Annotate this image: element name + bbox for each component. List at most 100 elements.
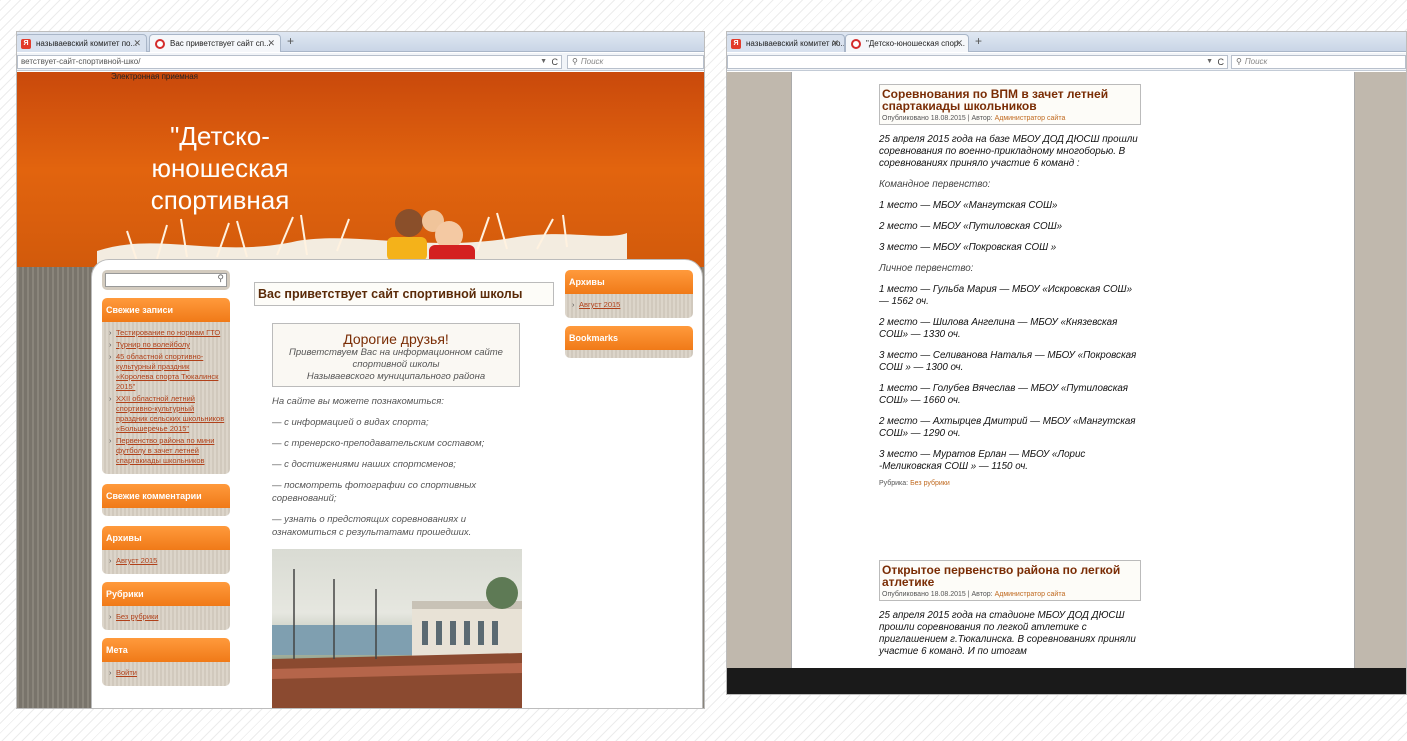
page-title: Вас приветствует сайт спортивной школы xyxy=(254,282,554,306)
post-paragraph: 25 апреля 2015 года на базе МБОУ ДОД ДЮС… xyxy=(879,134,1138,169)
post-author-link[interactable]: Администратор сайта xyxy=(995,591,1066,598)
archives-list: Август 2015 xyxy=(102,550,230,574)
close-tab-icon[interactable]: ✕ xyxy=(267,35,275,52)
left-sidebar: ⚲ Свежие записи Тестирование по нормам Г… xyxy=(102,270,230,686)
tab-title: называевский комитет по... xyxy=(36,39,138,48)
recent-post-link[interactable]: XXII областной летний спортивно-культурн… xyxy=(109,394,226,434)
yandex-favicon-icon: Я xyxy=(731,39,741,49)
categories-list: Без рубрики xyxy=(102,606,230,630)
close-tab-icon[interactable]: ✕ xyxy=(831,35,839,52)
post-body: 25 апреля 2015 года на стадионе МБОУ ДОД… xyxy=(879,610,1141,658)
dropdown-arrow-icon[interactable]: ▼ xyxy=(1206,56,1213,68)
widget-title-archives: Архивы xyxy=(565,270,693,294)
tab-komitet[interactable]: Я называевский комитет по... ✕ xyxy=(727,34,845,52)
yandex-favicon-icon: Я xyxy=(21,39,31,49)
main-content-area: ⚲ Свежие записи Тестирование по нормам Г… xyxy=(91,259,703,708)
archive-link[interactable]: Август 2015 xyxy=(572,300,689,310)
close-tab-icon[interactable]: ✕ xyxy=(955,35,963,52)
page-content: Вас приветствует сайт спортивной школы Д… xyxy=(254,282,554,708)
archive-link[interactable]: Август 2015 xyxy=(109,556,226,566)
search-icon: ⚲ xyxy=(1236,57,1242,66)
post-author-link[interactable]: Администратор сайта xyxy=(995,115,1066,122)
recent-post-link[interactable]: Тестирование по нормам ГТО xyxy=(109,328,226,338)
welcome-box: Дорогие друзья! Приветствуем Вас на инфо… xyxy=(272,323,520,387)
category-link[interactable]: Без рубрики xyxy=(910,480,950,487)
recent-comments-list xyxy=(102,508,230,516)
widget-title-recent-comments: Свежие комментарии xyxy=(102,484,230,508)
post-header: Открытое первенство района по легкой атл… xyxy=(879,560,1141,601)
site-search-widget: ⚲ xyxy=(102,270,230,290)
nav-bar: ▼ C ⚲ Поиск xyxy=(727,53,1406,71)
post-paragraph: 1 место — Голубев Вячеслав — МБОУ «Путил… xyxy=(879,383,1129,406)
post-paragraph: 2 место — Ахтырцев Дмитрий — МБОУ «Мангу… xyxy=(879,416,1136,439)
widget-title-bookmarks: Bookmarks xyxy=(565,326,693,350)
post-paragraph: 3 место — Муратов Ерлан — МБОУ «Лорис -М… xyxy=(879,449,1086,472)
widget-title-meta: Мета xyxy=(102,638,230,662)
widget-title-archives: Архивы xyxy=(102,526,230,550)
new-tab-icon[interactable]: + xyxy=(287,34,294,48)
post-paragraph: Командное первенство: xyxy=(879,179,991,190)
tab-school[interactable]: "Детско-юношеская спор... ✕ xyxy=(845,34,969,52)
site-search-input[interactable]: ⚲ xyxy=(105,273,227,287)
post-paragraph: 1 место — Гульба Мария — МБОУ «Искровска… xyxy=(879,284,1133,307)
tab-title: "Детско-юношеская спор... xyxy=(866,39,966,48)
post-title[interactable]: Соревнования по ВПМ в зачет летней спарт… xyxy=(882,88,1138,112)
tab-komitet[interactable]: Я называевский комитет по... ✕ xyxy=(17,34,147,52)
post-entry: Соревнования по ВПМ в зачет летней спарт… xyxy=(879,84,1141,487)
welcome-line: Называевского муниципального района xyxy=(306,371,486,382)
intro-line: — с тренерско-преподавательским составом… xyxy=(272,438,485,449)
address-bar[interactable]: ветствует-сайт-спортивной-шко/ ▼ C xyxy=(17,55,562,69)
nav-bar: ветствует-сайт-спортивной-шко/ ▼ C ⚲ Поис… xyxy=(17,53,704,71)
search-icon: ⚲ xyxy=(572,57,578,66)
post-meta-date: Опубликовано 18.08.2015 | Автор: xyxy=(882,591,993,598)
login-link[interactable]: Войти xyxy=(109,668,226,678)
tab-welcome[interactable]: Вас приветствует сайт сп... ✕ xyxy=(149,34,281,52)
taskbar-strip xyxy=(727,668,1406,694)
search-placeholder: Поиск xyxy=(1244,57,1268,66)
intro-line: На сайте вы можете познакомиться: xyxy=(272,396,444,407)
browser-search-input[interactable]: ⚲ Поиск xyxy=(567,55,704,69)
post-paragraph: Личное первенство: xyxy=(879,263,974,274)
tab-bar: Я называевский комитет по... ✕ "Детско-ю… xyxy=(727,32,1406,52)
post-paragraph: 3 место — МБОУ «Покровская СОШ » xyxy=(879,242,1057,253)
post-title[interactable]: Открытое первенство района по легкой атл… xyxy=(882,564,1138,588)
reload-icon[interactable]: C xyxy=(552,56,559,68)
post-entry: Открытое первенство района по легкой атл… xyxy=(879,560,1141,667)
search-placeholder: Поиск xyxy=(580,57,604,66)
post-category: Рубрика: Без рубрики xyxy=(879,480,1141,487)
post-body: 25 апреля 2015 года на базе МБОУ ДОД ДЮС… xyxy=(879,134,1141,473)
tab-title: называевский комитет по... xyxy=(746,39,845,48)
close-tab-icon[interactable]: ✕ xyxy=(133,35,141,52)
url-text: ветствует-сайт-спортивной-шко/ xyxy=(21,57,141,66)
site-favicon-icon xyxy=(155,39,165,49)
left-browser-window: Я называевский комитет по... ✕ Вас приве… xyxy=(16,31,705,709)
recent-posts-list: Тестирование по нормам ГТО Турнир по вол… xyxy=(102,322,230,474)
category-link[interactable]: Без рубрики xyxy=(109,612,226,622)
welcome-line: Приветствуем Вас на информационном сайте xyxy=(289,347,503,358)
header-grass-illustration xyxy=(97,209,627,267)
browser-search-input[interactable]: ⚲ Поиск xyxy=(1231,55,1406,69)
post-paragraph: 1 место — МБОУ «Мангутская СОШ» xyxy=(879,200,1058,211)
site-header: Электронная приемная "Детско-юношеская с… xyxy=(17,72,704,267)
bookmarks-list xyxy=(565,350,693,358)
stadium-photo-illustration xyxy=(272,569,522,708)
right-sidebar: Архивы Август 2015 Bookmarks xyxy=(565,270,693,358)
header-top-link[interactable]: Электронная приемная xyxy=(111,72,198,81)
new-tab-icon[interactable]: + xyxy=(975,34,982,48)
recent-post-link[interactable]: 45 областной спортивно-культурный праздн… xyxy=(109,352,226,392)
recent-post-link[interactable]: Первенство района по мини футболу в заче… xyxy=(109,436,226,466)
widget-title-recent-posts: Свежие записи xyxy=(102,298,230,322)
dropdown-arrow-icon[interactable]: ▼ xyxy=(540,56,547,68)
intro-line: — посмотреть фотографии со спортивных со… xyxy=(272,480,477,504)
intro-text: На сайте вы можете познакомиться: — с ин… xyxy=(272,395,520,539)
address-bar[interactable]: ▼ C xyxy=(727,55,1228,69)
post-meta-date: Опубликовано 18.08.2015 | Автор: xyxy=(882,115,993,122)
site-favicon-icon xyxy=(851,39,861,49)
welcome-heading: Дорогие друзья! xyxy=(343,331,449,347)
reload-icon[interactable]: C xyxy=(1218,56,1225,68)
recent-post-link[interactable]: Турнир по волейболу xyxy=(109,340,226,350)
category-prefix: Рубрика: xyxy=(879,480,909,487)
search-icon[interactable]: ⚲ xyxy=(217,273,224,284)
intro-line: — с достижениями наших спортсменов; xyxy=(272,459,456,470)
right-browser-window: Я называевский комитет по... ✕ "Детско-ю… xyxy=(726,31,1407,695)
